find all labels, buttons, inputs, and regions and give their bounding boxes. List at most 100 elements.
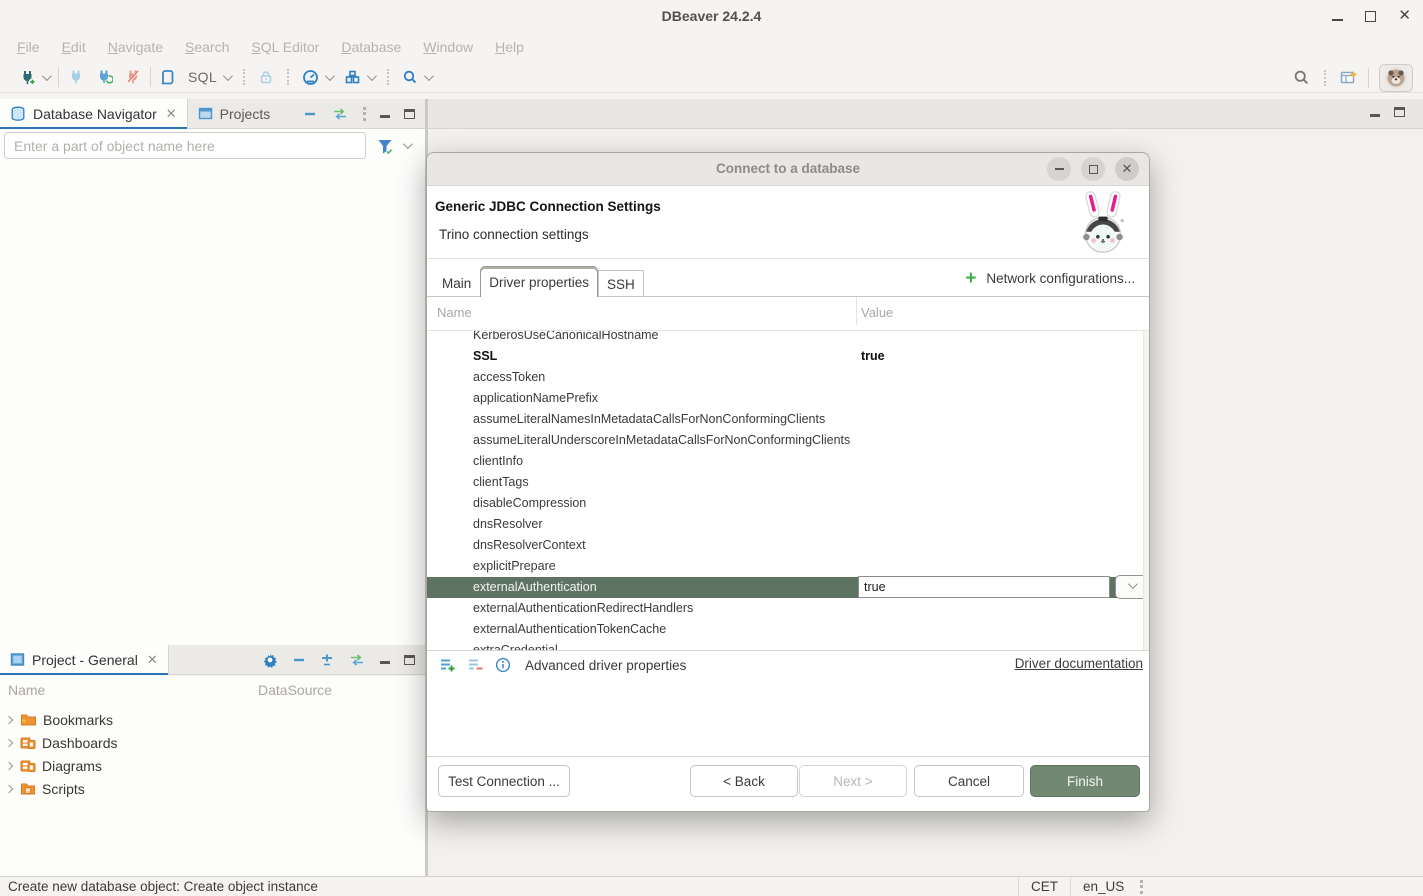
table-row[interactable]: assumeLiteralNamesInMetadataCallsForNonC… (427, 409, 1149, 430)
panel-minimize-icon[interactable] (380, 661, 390, 664)
tree-item-label: Bookmarks (43, 712, 113, 728)
finish-button[interactable]: Finish (1030, 765, 1140, 797)
dashboard-button[interactable] (299, 66, 335, 89)
remove-property-icon[interactable] (467, 657, 485, 673)
column-divider[interactable] (856, 297, 857, 325)
new-connection-button[interactable] (16, 66, 52, 89)
chevron-down-icon[interactable] (403, 139, 413, 149)
add-property-icon[interactable] (439, 657, 457, 673)
menu-edit[interactable]: Edit (51, 35, 97, 59)
panel-maximize-icon[interactable] (1394, 107, 1405, 117)
column-datasource[interactable]: DataSource (258, 682, 332, 698)
chevron-down-icon[interactable] (367, 71, 377, 81)
table-row[interactable]: clientTags (427, 472, 1149, 493)
configure-gear-icon[interactable] (262, 652, 278, 668)
table-row[interactable]: clientInfo (427, 451, 1149, 472)
tree-item-diagrams[interactable]: Diagrams (0, 754, 425, 777)
network-configurations-button[interactable]: + Network configurations... (965, 271, 1135, 286)
column-name[interactable]: Name (8, 682, 45, 698)
panel-maximize-icon[interactable] (404, 655, 415, 665)
collapse-all-icon[interactable] (292, 653, 306, 667)
table-row[interactable]: assumeLiteralUnderscoreInMetadataCallsFo… (427, 430, 1149, 451)
collapse-all-icon[interactable] (303, 107, 317, 121)
table-row[interactable]: explicitPrepare (427, 556, 1149, 577)
tab-main[interactable]: Main (433, 270, 480, 297)
close-tab-icon[interactable]: ✕ (166, 106, 177, 122)
expand-chevron-icon[interactable] (5, 715, 13, 723)
status-locale[interactable]: en_US (1070, 877, 1136, 896)
menu-search[interactable]: Search (174, 35, 240, 59)
window-close-icon[interactable]: ✕ (1398, 7, 1411, 25)
chevron-down-icon[interactable] (223, 71, 233, 81)
table-row[interactable]: externalAuthenticationTokenCache (427, 619, 1149, 640)
table-row[interactable]: applicationNamePrefix (427, 388, 1149, 409)
object-filter-input[interactable] (4, 132, 366, 159)
open-perspective-icon[interactable] (1340, 69, 1358, 86)
dialog-titlebar[interactable]: Connect to a database ✕ (427, 153, 1149, 186)
user-avatar-button[interactable] (1379, 64, 1413, 92)
panel-maximize-icon[interactable] (404, 109, 415, 119)
column-value[interactable]: Value (861, 305, 893, 320)
navigator-tree[interactable] (0, 162, 425, 645)
dialog-close-icon[interactable]: ✕ (1115, 157, 1139, 181)
commit-mode-button[interactable] (255, 66, 277, 88)
disconnect-button[interactable] (122, 66, 144, 88)
table-row[interactable]: dnsResolver (427, 514, 1149, 535)
sql-menu-button[interactable]: SQL (185, 66, 233, 88)
table-row[interactable]: SSLtrue (427, 346, 1149, 367)
chevron-down-icon[interactable] (424, 71, 434, 81)
dialog-maximize-icon[interactable] (1081, 157, 1105, 181)
expand-chevron-icon[interactable] (5, 784, 13, 792)
property-value-input[interactable] (858, 576, 1110, 598)
table-row[interactable]: extraCredential (427, 640, 1149, 651)
panel-minimize-icon[interactable] (1370, 114, 1380, 117)
table-row-selected[interactable]: externalAuthentication (427, 577, 1149, 598)
chevron-down-icon[interactable] (325, 71, 335, 81)
reconnect-button[interactable] (93, 66, 116, 89)
driver-documentation-link[interactable]: Driver documentation (1015, 656, 1143, 671)
global-search-icon[interactable] (1293, 69, 1310, 86)
view-menu-icon[interactable] (363, 107, 366, 121)
expand-chevron-icon[interactable] (5, 738, 13, 746)
dialog-minimize-icon[interactable] (1047, 157, 1071, 181)
cancel-button[interactable]: Cancel (914, 765, 1024, 797)
window-minimize-icon[interactable] (1332, 19, 1343, 21)
connect-button[interactable] (65, 66, 87, 88)
table-row[interactable]: KerberosUseCanonicalHostname (427, 331, 1149, 346)
test-connection-button[interactable]: Test Connection ... (438, 765, 570, 797)
link-with-editor-icon[interactable] (348, 653, 366, 667)
menu-navigate[interactable]: Navigate (97, 35, 174, 59)
column-name[interactable]: Name (437, 305, 472, 320)
tab-database-navigator[interactable]: Database Navigator ✕ (0, 99, 188, 129)
panel-minimize-icon[interactable] (380, 115, 390, 118)
close-tab-icon[interactable]: ✕ (147, 652, 158, 668)
tab-project-general[interactable]: Project - General ✕ (0, 645, 169, 675)
tree-item-scripts[interactable]: Scripts (0, 777, 425, 800)
table-row[interactable]: accessToken (427, 367, 1149, 388)
menu-file[interactable]: File (6, 35, 51, 59)
tab-projects[interactable]: Projects (188, 99, 281, 129)
filter-settings-button[interactable] (376, 137, 410, 155)
menu-sql-editor[interactable]: SQL Editor (240, 35, 330, 59)
driver-manager-button[interactable] (341, 66, 377, 89)
status-timezone[interactable]: CET (1018, 877, 1070, 896)
open-sql-editor-button[interactable] (157, 66, 179, 89)
link-with-editor-icon[interactable] (331, 107, 349, 121)
tree-item-bookmarks[interactable]: Bookmarks (0, 708, 425, 731)
back-button[interactable]: < Back (690, 765, 798, 797)
table-row[interactable]: externalAuthenticationRedirectHandlers (427, 598, 1149, 619)
window-maximize-icon[interactable] (1365, 11, 1376, 22)
tree-item-dashboards[interactable]: Dashboards (0, 731, 425, 754)
table-row[interactable]: dnsResolverContext (427, 535, 1149, 556)
expand-chevron-icon[interactable] (5, 761, 13, 769)
menu-help[interactable]: Help (484, 35, 535, 59)
tab-ssh[interactable]: SSH (598, 270, 644, 297)
open-object-button[interactable] (399, 66, 434, 88)
tab-driver-properties[interactable]: Driver properties (480, 266, 598, 297)
expand-all-icon[interactable] (320, 653, 334, 667)
table-row[interactable]: disableCompression (427, 493, 1149, 514)
chevron-down-icon[interactable] (42, 71, 52, 81)
table-scrollbar[interactable] (1143, 331, 1149, 651)
menu-database[interactable]: Database (330, 35, 412, 59)
menu-window[interactable]: Window (412, 35, 484, 59)
